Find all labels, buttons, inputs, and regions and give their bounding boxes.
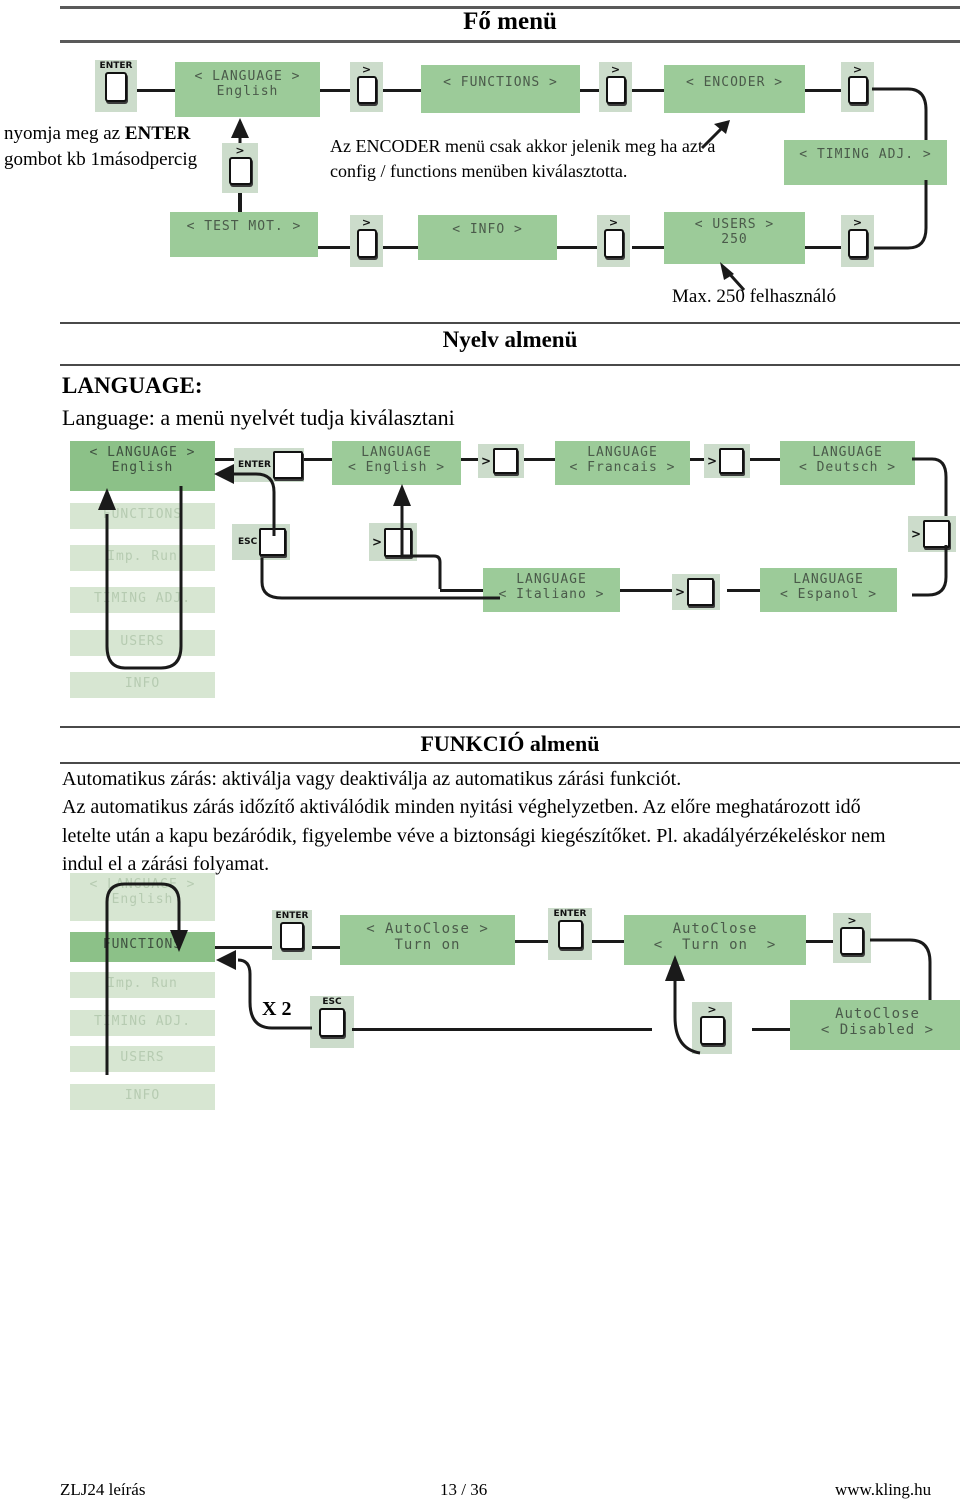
connector-disabled-to-turnon [665, 955, 701, 1055]
lcd-autoclose-entry: < AutoClose > Turn on [340, 915, 515, 965]
key-glyph [557, 920, 583, 949]
footer-left: ZLJ24 leírás [60, 1480, 146, 1499]
connector [352, 1028, 652, 1031]
document-page: Fő menü ENTER < LANGUAGE > English > < F… [0, 0, 960, 1499]
connector [592, 940, 624, 943]
lcd-autoclose-disabled: AutoClose < Disabled > [790, 1000, 960, 1050]
connector [806, 940, 833, 943]
footer-center: 13 / 36 [440, 1480, 488, 1499]
function-diagram: < LANGUAGE > English FUNCTIONS Imp. Run … [0, 0, 960, 1498]
key-glyph [840, 927, 864, 955]
connector-esc-return-functions [216, 950, 312, 1030]
connector [752, 1028, 790, 1031]
key-glyph [319, 1008, 345, 1037]
enter-button-autoclose[interactable]: ENTER [548, 908, 592, 960]
connector-fn-menu-loop [105, 882, 188, 1075]
next-button-autoclose[interactable]: > [833, 913, 871, 963]
connector [515, 940, 548, 943]
lcd-fn-menu-info: INFO [70, 1084, 215, 1110]
footer-right: www.kling.hu [835, 1480, 932, 1499]
